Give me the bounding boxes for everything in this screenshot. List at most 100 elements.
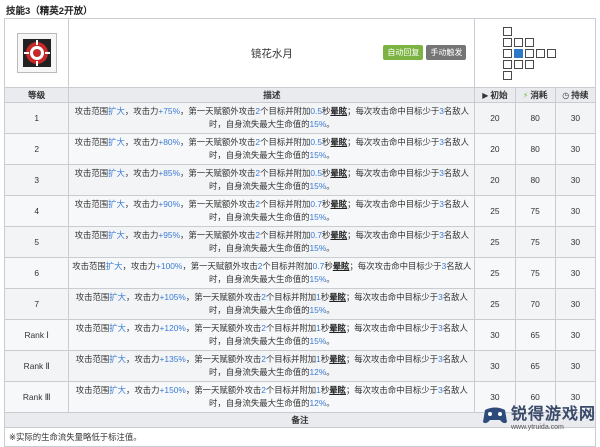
description-fragment: ，第一天赋额外攻击 xyxy=(185,354,262,364)
description-fragment: 晕眩 xyxy=(330,168,348,178)
table-row: Rank Ⅱ 攻击范围扩大，攻击力+135%，第一天赋额外攻击2个目标并附加1秒晕… xyxy=(3,350,597,382)
description-fragment: 晕眩 xyxy=(329,385,346,395)
description-fragment: 扩大 xyxy=(109,385,127,395)
description-fragment: 12% xyxy=(309,367,327,377)
description-fragment: ，第一天赋额外攻击 xyxy=(185,292,262,302)
level-cell: 1 xyxy=(3,102,70,134)
description-fragment: 扩大 xyxy=(109,323,127,333)
description-fragment: +100% xyxy=(156,261,183,271)
skill-icon-cell xyxy=(3,18,70,88)
level-cell: 5 xyxy=(3,226,70,258)
cost-cell: 65 xyxy=(514,350,556,382)
level-cell: 3 xyxy=(3,164,70,196)
skill-table: 镜花水月 自动回复 手动触发 等级 描述 ▶ 初始 ⚡ 消耗 ◷ 持续 1 攻击范围扩大… xyxy=(3,18,597,447)
description-fragment: 秒 xyxy=(320,292,330,302)
range-empty-cell xyxy=(514,27,523,36)
description-cell: 攻击范围扩大，攻击力+90%，第一天赋额外攻击2个目标并附加0.7秒晕眩；每次攻… xyxy=(68,195,476,227)
watermark-text: 锐得游戏网 xyxy=(510,406,596,423)
description-fragment: ；每次攻击命中目标少于 xyxy=(347,168,440,178)
description-fragment: 攻击范围 xyxy=(75,354,110,364)
description-fragment: 15% xyxy=(309,181,327,191)
skill-name: 镜花水月 xyxy=(250,47,293,60)
range-empty-cell xyxy=(558,38,567,47)
range-empty-cell xyxy=(536,27,545,36)
description-cell: 攻击范围扩大，攻击力+105%，第一天赋额外攻击2个目标并附加1秒晕眩；每次攻击… xyxy=(68,288,476,320)
auto-recovery-badge: 自动回复 xyxy=(383,45,424,60)
range-empty-cell xyxy=(536,60,545,69)
description-fragment: 攻击范围 xyxy=(74,137,109,147)
description-fragment: 15% xyxy=(309,336,327,346)
init-cell: 25 xyxy=(474,288,516,320)
skill-name-cell: 镜花水月 自动回复 手动触发 xyxy=(68,18,476,88)
level-cell: Rank Ⅰ xyxy=(3,319,70,351)
range-empty-cell xyxy=(525,27,534,36)
level-cell: 4 xyxy=(3,195,70,227)
clock-icon: ◷ xyxy=(562,91,570,101)
watermark-url: www.ytruida.com xyxy=(510,424,564,431)
description-fragment: ，第一天赋额外攻击 xyxy=(180,168,256,178)
range-empty-cell xyxy=(525,71,534,80)
cost-cell: 75 xyxy=(514,257,556,289)
description-fragment: 0.5 xyxy=(310,106,322,116)
description-fragment: 0.5 xyxy=(310,137,322,147)
description-fragment: 0.7 xyxy=(312,261,325,271)
attack-range-grid xyxy=(475,26,595,80)
description-fragment: 攻击范围 xyxy=(74,230,109,240)
description-fragment: 晕眩 xyxy=(330,199,348,209)
range-empty-cell xyxy=(536,71,545,80)
description-fragment: ，第一天赋额外攻击 xyxy=(180,199,256,209)
level-cell: 2 xyxy=(3,133,70,165)
header-duration-label: 持续 xyxy=(571,90,589,100)
description-fragment: 个目标并附加 xyxy=(260,199,311,209)
description-fragment: ，攻击力 xyxy=(124,106,159,116)
description-fragment: 个目标并附加 xyxy=(260,230,311,240)
range-cell xyxy=(514,59,524,69)
description-fragment: 扩大 xyxy=(108,230,125,240)
description-fragment: ；每次攻击命中目标少于 xyxy=(349,261,442,271)
description-fragment: +85% xyxy=(158,168,181,178)
table-row: 4 攻击范围扩大，攻击力+90%，第一天赋额外攻击2个目标并附加0.7秒晕眩；每次… xyxy=(3,195,597,227)
description-fragment: 攻击范围 xyxy=(74,106,109,116)
range-grid-cell xyxy=(474,18,596,88)
play-icon: ▶ xyxy=(482,91,489,101)
description-cell: 攻击范围扩大，攻击力+100%，第一天赋额外攻击2个目标并附加0.7秒晕眩；每次… xyxy=(68,257,476,289)
range-empty-cell xyxy=(514,71,523,80)
level-cell: Rank Ⅲ xyxy=(3,381,70,413)
description-fragment: 个目标并附加 xyxy=(260,106,311,116)
description-fragment: 扩大 xyxy=(108,168,125,178)
range-self-cell xyxy=(514,48,524,58)
description-fragment: 。 xyxy=(326,367,335,377)
description-fragment: ，第一天赋额外攻击 xyxy=(180,230,256,240)
range-empty-cell xyxy=(558,49,567,58)
cost-cell: 75 xyxy=(514,195,556,227)
description-fragment: 攻击范围 xyxy=(75,323,110,333)
description-fragment: ，攻击力 xyxy=(124,199,159,209)
duration-cell: 30 xyxy=(554,195,597,227)
description-fragment: 晕眩 xyxy=(330,106,348,116)
description-fragment: ；每次攻击命中目标少于 xyxy=(345,354,439,364)
duration-cell: 30 xyxy=(554,319,597,351)
table-row: Rank Ⅰ 攻击范围扩大，攻击力+120%，第一天赋额外攻击2个目标并附加1秒晕… xyxy=(3,319,597,351)
description-fragment: 秒 xyxy=(320,323,330,333)
description-fragment: ，第一天赋额外攻击 xyxy=(182,261,258,271)
description-cell: 攻击范围扩大，攻击力+120%，第一天赋额外攻击2个目标并附加1秒晕眩；每次攻击… xyxy=(68,319,476,351)
description-fragment: ，第一天赋额外攻击 xyxy=(180,137,256,147)
range-cell xyxy=(525,48,535,58)
description-cell: 攻击范围扩大，攻击力+85%，第一天赋额外攻击2个目标并附加0.5秒晕眩；每次攻… xyxy=(68,164,476,196)
description-fragment: 0.5 xyxy=(310,168,322,178)
table-row: 2 攻击范围扩大，攻击力+80%，第一天赋额外攻击2个目标并附加0.5秒晕眩；每次… xyxy=(3,133,597,165)
duration-cell: 30 xyxy=(554,226,597,258)
range-cell xyxy=(536,48,546,58)
range-empty-cell xyxy=(547,60,556,69)
range-cell xyxy=(525,59,535,69)
range-cell xyxy=(503,70,513,80)
description-fragment: ，第一天赋额外攻击 xyxy=(180,106,256,116)
duration-cell: 30 xyxy=(554,133,597,165)
description-fragment: 秒 xyxy=(324,261,333,271)
description-fragment: 个目标并附加 xyxy=(260,168,311,178)
header-init: ▶ 初始 xyxy=(474,87,516,103)
description-fragment: 0.7 xyxy=(310,199,322,209)
range-empty-cell xyxy=(547,27,556,36)
duration-cell: 30 xyxy=(554,257,597,289)
cost-cell: 75 xyxy=(514,226,556,258)
